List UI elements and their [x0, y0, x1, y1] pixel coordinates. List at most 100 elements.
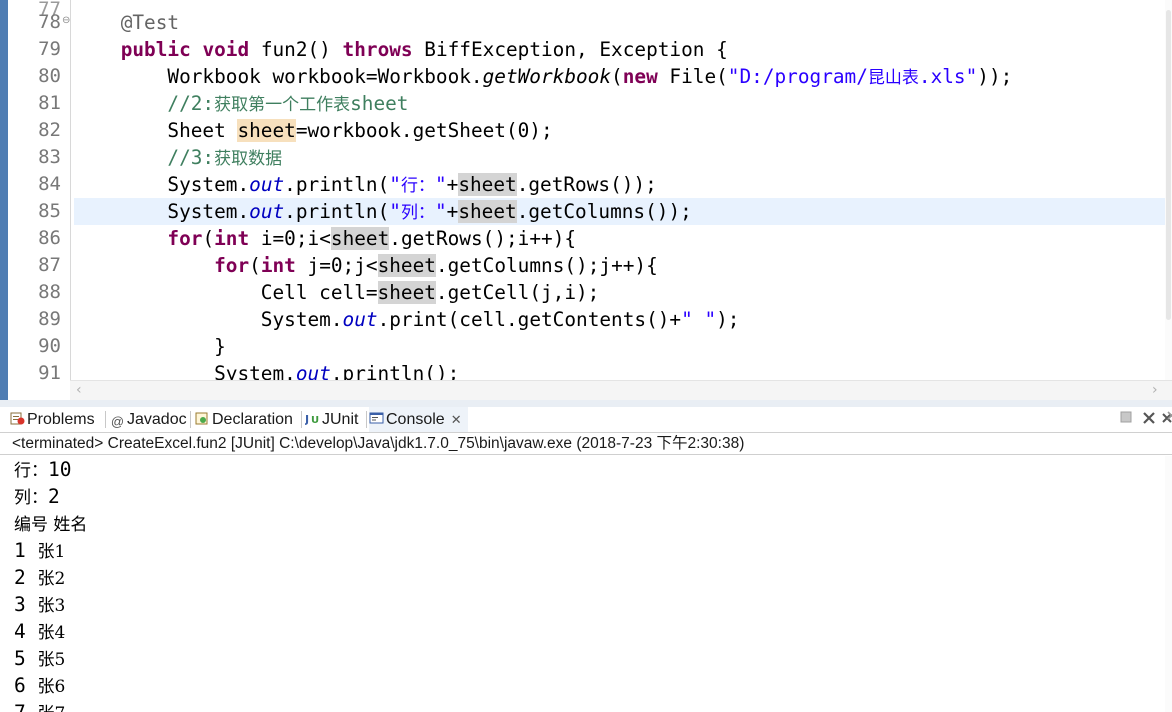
code-line-91[interactable]: System.out.println(); [74, 360, 1168, 380]
variable-occurrence-highlight: sheet [458, 173, 517, 196]
code-line-82[interactable]: Sheet sheet=workbook.getSheet(0); [74, 117, 1168, 144]
console-line: 4 张4 [14, 620, 66, 643]
console-line: 7 张7 [14, 699, 65, 712]
code-text: Workbook workbook=Workbook. [167, 65, 483, 88]
comment: //2: [167, 92, 215, 115]
keyword: for [214, 254, 250, 277]
problems-icon [10, 411, 25, 426]
tab-problems[interactable]: Problems [10, 407, 95, 432]
tab-javadoc[interactable]: @ Javadoc [110, 407, 187, 432]
keyword: void [202, 38, 250, 61]
line-number: 79 [38, 38, 61, 60]
variable-occurrence-highlight: sheet [458, 200, 517, 223]
console-process-status: <terminated> CreateExcel.fun2 [JUnit] C:… [0, 433, 1172, 455]
string-literal: "D:/program/ [727, 65, 868, 88]
code-text: i=0;i< [249, 227, 331, 250]
console-line: 编号 姓名 [14, 515, 88, 535]
tab-junit[interactable]: JU JUnit [304, 407, 358, 432]
line-number: 86 [38, 227, 61, 249]
code-text: System. [167, 200, 250, 223]
code-text: .getColumns()); [516, 200, 692, 223]
console-line: 1 张1 [14, 539, 66, 562]
console-line: 5 张5 [14, 647, 66, 670]
code-text: System. [167, 173, 250, 196]
comment: sheet [350, 92, 409, 115]
string-literal: .xls" [918, 65, 978, 88]
view-sash[interactable] [0, 400, 1172, 407]
bottom-view-tabbar: Problems @ Javadoc Declaration JU JUnit C… [0, 407, 1172, 433]
svg-text:U: U [311, 415, 319, 426]
code-line-80[interactable]: Workbook workbook=Workbook.getWorkbook(n… [74, 63, 1168, 90]
code-text: .println( [284, 200, 390, 223]
tab-separator [190, 411, 191, 428]
code-line-88[interactable]: Cell cell=sheet.getCell(j,i); [74, 279, 1168, 306]
string-literal: 列： [400, 203, 435, 223]
tab-label: Console [386, 411, 445, 428]
console-line: 2 张2 [14, 566, 66, 589]
code-line-87[interactable]: for(int j=0;j<sheet.getColumns();j++){ [74, 252, 1168, 279]
string-literal: " [389, 200, 401, 223]
code-line-90[interactable]: } [74, 333, 1168, 360]
static-method: getWorkbook [482, 65, 612, 88]
close-tab-icon[interactable]: ✕ [451, 412, 462, 427]
line-number: 83 [38, 146, 61, 168]
static-field: out [295, 362, 331, 380]
code-text: System. [214, 362, 296, 380]
code-text: } [214, 335, 226, 358]
code-line-83[interactable]: //3:获取数据 [74, 144, 1168, 171]
editor-horizontal-scrollbar[interactable]: ‹ › [70, 380, 1172, 401]
code-text: File( [657, 65, 728, 88]
tab-declaration[interactable]: Declaration [195, 407, 293, 432]
code-text: =workbook.getSheet(0); [295, 119, 553, 142]
tab-separator [366, 411, 367, 428]
console-line: 列：2 [14, 485, 60, 508]
keyword: throws [342, 38, 413, 61]
variable-occurrence-highlight: sheet [377, 281, 436, 304]
comment: 获取第一个工作表 [214, 95, 351, 115]
tab-label: Javadoc [127, 411, 187, 428]
code-text: + [446, 200, 459, 223]
code-text: Sheet [167, 119, 238, 142]
variable-occurrence-highlight: sheet [237, 119, 296, 142]
code-text: System. [260, 308, 343, 331]
code-text: )); [977, 65, 1013, 88]
keyword: public [120, 38, 191, 61]
code-text: .getCell(j,i); [435, 281, 600, 304]
editor-vertical-scroll-thumb[interactable] [1166, 10, 1171, 320]
static-field: out [249, 200, 285, 223]
code-line-81[interactable]: //2:获取第一个工作表sheet [74, 90, 1168, 117]
code-text: .println( [284, 173, 390, 196]
annotation: @Test [120, 11, 180, 34]
string-literal: " [434, 173, 447, 196]
line-number-current: 85 [38, 200, 61, 222]
junit-icon: JU [304, 411, 320, 426]
tab-label: Declaration [212, 411, 293, 428]
scroll-right-icon[interactable]: › [1152, 382, 1158, 398]
tab-console[interactable]: Console ✕ [369, 407, 468, 432]
console-output[interactable]: 行：10 列：2 编号 姓名 1 张1 2 张2 3 张3 4 张4 5 张5 … [0, 456, 1172, 712]
keyword: new [622, 65, 658, 88]
code-editor[interactable]: 77 78 ⊖ 79 80 81 82 83 84 85 86 87 88 89… [0, 0, 1172, 380]
remove-all-terminated-icon[interactable] [1160, 410, 1172, 428]
keyword: int [260, 254, 296, 277]
code-line-89[interactable]: System.out.print(cell.getContents()+" ")… [74, 306, 1168, 333]
variable-occurrence-highlight: sheet [330, 227, 390, 250]
scroll-left-icon[interactable]: ‹ [76, 382, 82, 398]
line-number: 89 [38, 308, 61, 330]
code-line-78[interactable]: @Test [74, 9, 1168, 36]
code-line-84[interactable]: System.out.println("行："+sheet.getRows())… [74, 171, 1168, 198]
line-number: 80 [38, 65, 61, 87]
string-literal: 行： [400, 176, 435, 196]
tab-label: Problems [27, 411, 95, 428]
string-literal: 昆山表 [867, 68, 919, 88]
line-number: 90 [38, 335, 61, 357]
code-text: ( [202, 227, 215, 250]
terminate-icon[interactable] [1117, 410, 1135, 428]
console-icon [369, 411, 384, 426]
keyword: for [167, 227, 203, 250]
console-vertical-scrollbar[interactable] [1165, 456, 1172, 712]
code-line-79[interactable]: public void fun2() throws BiffException,… [74, 36, 1168, 63]
remove-launch-icon[interactable] [1140, 410, 1158, 428]
code-line-86[interactable]: for(int i=0;i<sheet.getRows();i++){ [74, 225, 1168, 252]
code-line-85-current[interactable]: System.out.println("列："+sheet.getColumns… [74, 198, 1168, 225]
